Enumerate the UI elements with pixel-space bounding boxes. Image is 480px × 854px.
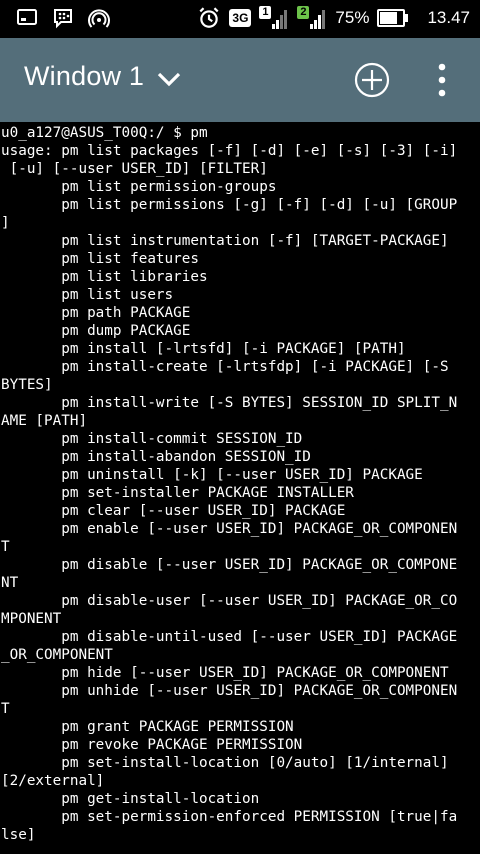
terminal-line: u0_a127@ASUS_T00Q:/ $ pm <box>1 125 208 141</box>
terminal-line: BYTES] <box>1 377 53 393</box>
terminal-line: [-u] [--user USER_ID] [FILTER] <box>9 161 268 177</box>
alarm-icon <box>199 7 219 28</box>
terminal-line: pm list libraries <box>61 269 208 285</box>
terminal-line: pm disable-until-used [--user USER_ID] P… <box>61 629 458 645</box>
battery-fill <box>380 12 397 24</box>
battery-icon <box>377 9 409 27</box>
terminal-line: NT <box>1 575 19 591</box>
terminal-output: u0_a127@ASUS_T00Q:/ $ pm usage: pm list … <box>0 122 480 844</box>
status-left-icons <box>16 7 110 29</box>
terminal-view[interactable]: u0_a127@ASUS_T00Q:/ $ pm usage: pm list … <box>0 122 480 854</box>
network-type-badge: 3G <box>229 9 252 27</box>
terminal-line: pm list permissions [-g] [-f] [-d] [-u] … <box>61 197 458 213</box>
more-options-icon[interactable] <box>430 60 454 100</box>
terminal-line: pm hide [--user USER_ID] PACKAGE_OR_COMP… <box>61 665 449 681</box>
terminal-line: [2/external] <box>1 773 105 789</box>
clock: 13.47 <box>427 8 470 27</box>
terminal-line: pm list users <box>61 287 174 303</box>
terminal-line: pm install-create [-lrtsfdp] [-i PACKAGE… <box>61 359 449 375</box>
terminal-line: AME [PATH] <box>1 413 88 429</box>
hotspot-icon <box>88 9 110 28</box>
terminal-line: MPONENT <box>1 611 62 627</box>
terminal-line: pm list instrumentation [-f] [TARGET-PAC… <box>61 233 449 249</box>
terminal-line: pm set-permission-enforced PERMISSION [t… <box>61 809 458 825</box>
terminal-line: pm unhide [--user USER_ID] PACKAGE_OR_CO… <box>61 683 458 699</box>
battery-percent: 75% <box>335 8 370 27</box>
terminal-line: ] <box>1 215 10 231</box>
bbm-icon <box>54 9 72 29</box>
status-bar: 3G 1 2 75% 13.47 <box>0 0 480 38</box>
terminal-line: pm disable-user [--user USER_ID] PACKAGE… <box>61 593 458 609</box>
terminal-line: T <box>1 701 10 717</box>
terminal-line: pm get-install-location <box>61 791 260 807</box>
sim2-signal: 2 <box>297 6 327 30</box>
terminal-line: pm grant PACKAGE PERMISSION <box>61 719 294 735</box>
terminal-line: pm install-abandon SESSION_ID <box>61 449 311 465</box>
terminal-line: pm clear [--user USER_ID] PACKAGE <box>61 503 346 519</box>
terminal-line: pm install [-lrtsfd] [-i PACKAGE] [PATH] <box>61 341 406 357</box>
terminal-line: pm install-commit SESSION_ID <box>61 431 303 447</box>
terminal-line: pm revoke PACKAGE PERMISSION <box>61 737 303 753</box>
window-title[interactable]: Window 1 <box>24 61 144 92</box>
screen-icon <box>17 9 37 25</box>
app-toolbar: Window 1 <box>0 38 480 122</box>
terminal-line: pm disable [--user USER_ID] PACKAGE_OR_C… <box>61 557 458 573</box>
terminal-line: lse] <box>1 827 36 843</box>
terminal-line: T <box>1 539 10 555</box>
terminal-line: pm set-installer PACKAGE INSTALLER <box>61 485 354 501</box>
terminal-line: pm uninstall [-k] [--user USER_ID] PACKA… <box>61 467 423 483</box>
add-window-button[interactable] <box>352 60 392 100</box>
terminal-line: usage: pm list packages [-f] [-d] [-e] [… <box>1 143 458 159</box>
terminal-line: pm list permission-groups <box>61 179 277 195</box>
terminal-line: pm list features <box>61 251 199 267</box>
chevron-down-icon[interactable] <box>156 68 182 90</box>
terminal-line: _OR_COMPONENT <box>1 647 113 663</box>
terminal-line: pm dump PACKAGE <box>61 323 191 339</box>
terminal-line: pm enable [--user USER_ID] PACKAGE_OR_CO… <box>61 521 458 537</box>
signal-bars-icon <box>272 10 288 29</box>
sim1-signal: 1 <box>259 6 289 30</box>
signal-bars-icon <box>310 10 326 29</box>
terminal-line: pm install-write [-S BYTES] SESSION_ID S… <box>61 395 458 411</box>
status-right-icons: 3G 1 2 75% 13.47 <box>197 6 470 30</box>
terminal-line: pm path PACKAGE <box>61 305 191 321</box>
terminal-line: pm set-install-location [0/auto] [1/inte… <box>61 755 449 771</box>
